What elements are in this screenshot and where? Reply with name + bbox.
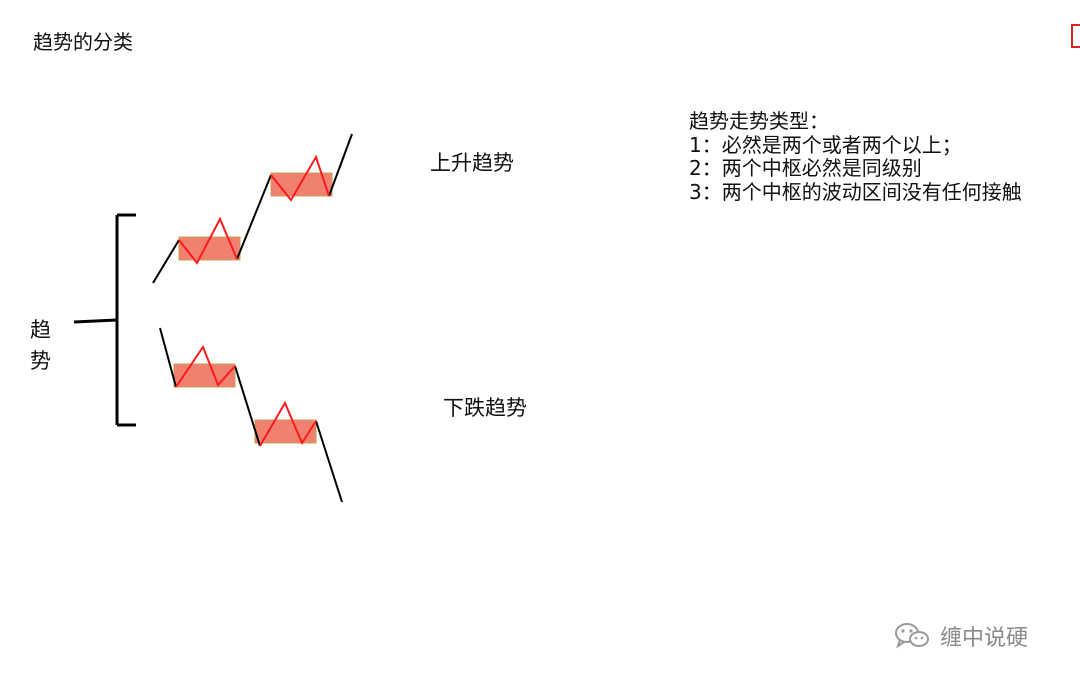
uptrend-line bbox=[328, 133, 353, 197]
downtrend-label: 下跌趋势 bbox=[443, 396, 527, 420]
bracket-stem bbox=[73, 318, 118, 324]
trend-diagram bbox=[73, 133, 353, 503]
uptrend-line bbox=[236, 174, 272, 260]
uptrend bbox=[152, 133, 353, 284]
uptrend-line bbox=[152, 239, 180, 284]
notes-panel: 趋势走势类型： 1：必然是两个或者两个以上； 2：两个中枢必然是同级别 3：两个… bbox=[689, 109, 1022, 204]
notes-item: 2：两个中枢必然是同级别 bbox=[689, 156, 922, 180]
bracket bbox=[73, 213, 136, 427]
watermark: 缠中说硬 bbox=[894, 620, 1028, 652]
notes-item: 3：两个中枢的波动区间没有任何接触 bbox=[689, 179, 1022, 204]
downtrend-line bbox=[159, 327, 177, 388]
downtrend-line bbox=[234, 365, 261, 447]
side-label-char: 势 bbox=[30, 349, 51, 373]
wechat-icon bbox=[895, 623, 929, 649]
side-label-char: 趋 bbox=[30, 318, 51, 342]
uptrend-label: 上升趋势 bbox=[430, 151, 514, 175]
downtrend bbox=[159, 327, 343, 503]
notes-item: 1：必然是两个或者两个以上； bbox=[689, 132, 962, 157]
downtrend-line bbox=[315, 420, 343, 503]
notes-heading: 趋势走势类型： bbox=[689, 109, 829, 133]
watermark-text: 缠中说硬 bbox=[940, 626, 1029, 651]
